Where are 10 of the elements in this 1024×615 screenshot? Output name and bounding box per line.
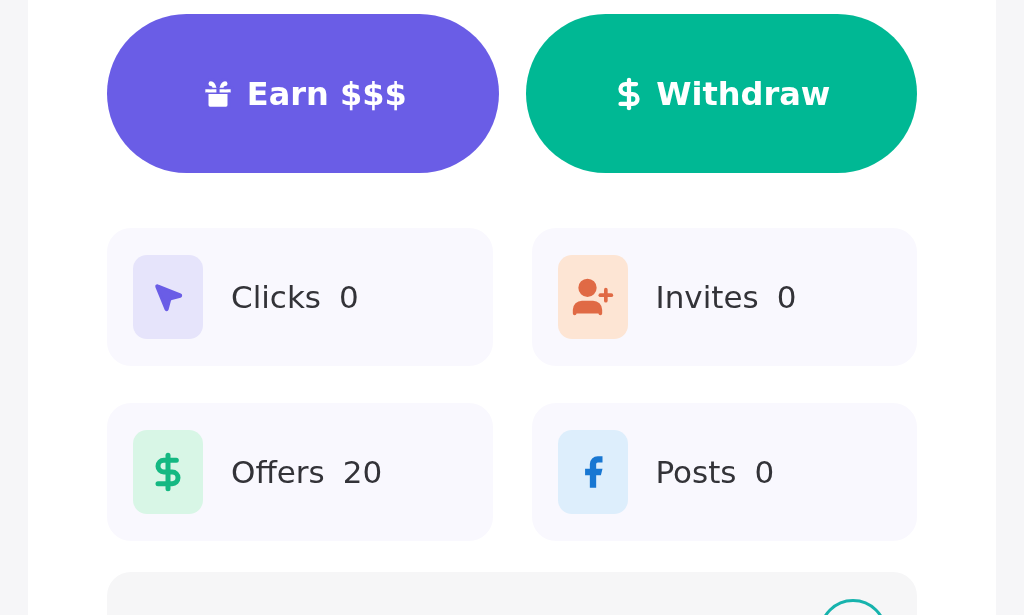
stat-label: Offers [231,454,325,490]
stat-value: 0 [339,279,359,315]
stat-label: Posts [655,454,737,490]
stat-value: 0 [754,454,775,490]
stat-label: Invites [655,279,759,315]
stat-label: Clicks [231,279,322,315]
stat-value: 0 [776,279,797,315]
withdraw-button[interactable]: Withdraw [525,14,917,173]
earn-button[interactable]: Earn $$$ [107,14,499,173]
stat-value: 20 [342,454,383,490]
